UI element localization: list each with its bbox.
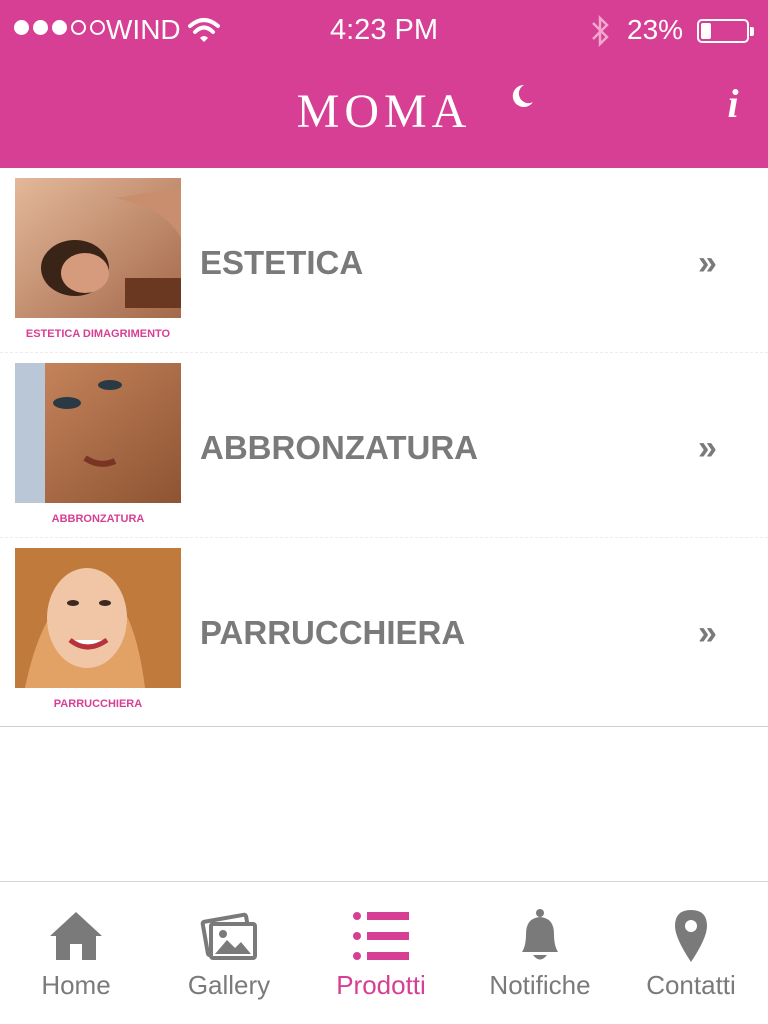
tanned-face-photo [15,363,181,529]
gallery-icon [200,912,257,960]
battery-icon [697,19,754,43]
tab-label: Contatti [646,970,736,1000]
thumb-caption: ESTETICA DIMAGRIMENTO [25,328,171,340]
list-end-divider [0,726,768,727]
hair-woman-photo [15,548,181,714]
list-item-label: PARRUCCHIERA [200,614,466,651]
tab-prodotti[interactable]: Prodotti [306,882,456,1024]
battery-fill [701,23,711,39]
app-header: WIND 4:23 PM 23% MOMA i [0,0,768,168]
tab-bar: Home Gallery Prodotti Notifiche Contatti [0,881,768,1024]
massage-photo-icon: ESTETICA DIMAGRIMENTO [15,178,181,344]
tab-label: Prodotti [336,970,426,1000]
thumb-caption: PARRUCCHIERA [53,698,143,710]
thumb-caption: ABBRONZATURA [51,513,145,525]
home-icon [50,912,102,960]
tab-label: Home [41,970,111,1000]
chevron-right-icon: » [698,244,717,282]
list-item-parrucchiera[interactable]: PARRUCCHIERA PARRUCCHIERA » [0,538,768,723]
list-item-label: ESTETICA [200,244,364,281]
moon-icon [512,84,533,107]
chevron-right-icon: » [698,429,717,467]
tanned-face-photo-icon: ABBRONZATURA [15,363,181,529]
list-item-label: ABBRONZATURA [200,429,479,466]
moma-logo: MOMA [296,85,472,138]
tab-contatti[interactable]: Contatti [614,882,768,1024]
info-button[interactable]: i [718,84,748,126]
massage-photo [15,178,181,344]
tab-label: Notifiche [489,970,591,1000]
tab-notifiche[interactable]: Notifiche [456,882,624,1024]
tab-gallery[interactable]: Gallery [152,882,306,1024]
list-icon [353,912,409,960]
bluetooth-icon [592,14,609,48]
hair-woman-photo-icon: PARRUCCHIERA [15,548,181,714]
map-pin-icon [675,910,707,962]
battery-terminal [750,27,754,36]
tab-home[interactable]: Home [0,882,152,1024]
list-item-estetica[interactable]: ESTETICA DIMAGRIMENTO ESTETICA » [0,168,768,353]
list-item-abbronzatura[interactable]: ABBRONZATURA ABBRONZATURA » [0,353,768,538]
status-bar: WIND 4:23 PM 23% [0,0,768,62]
battery-percent: 23% [627,14,684,45]
bell-icon [522,909,558,960]
chevron-right-icon: » [698,614,717,652]
tab-label: Gallery [187,970,271,1000]
